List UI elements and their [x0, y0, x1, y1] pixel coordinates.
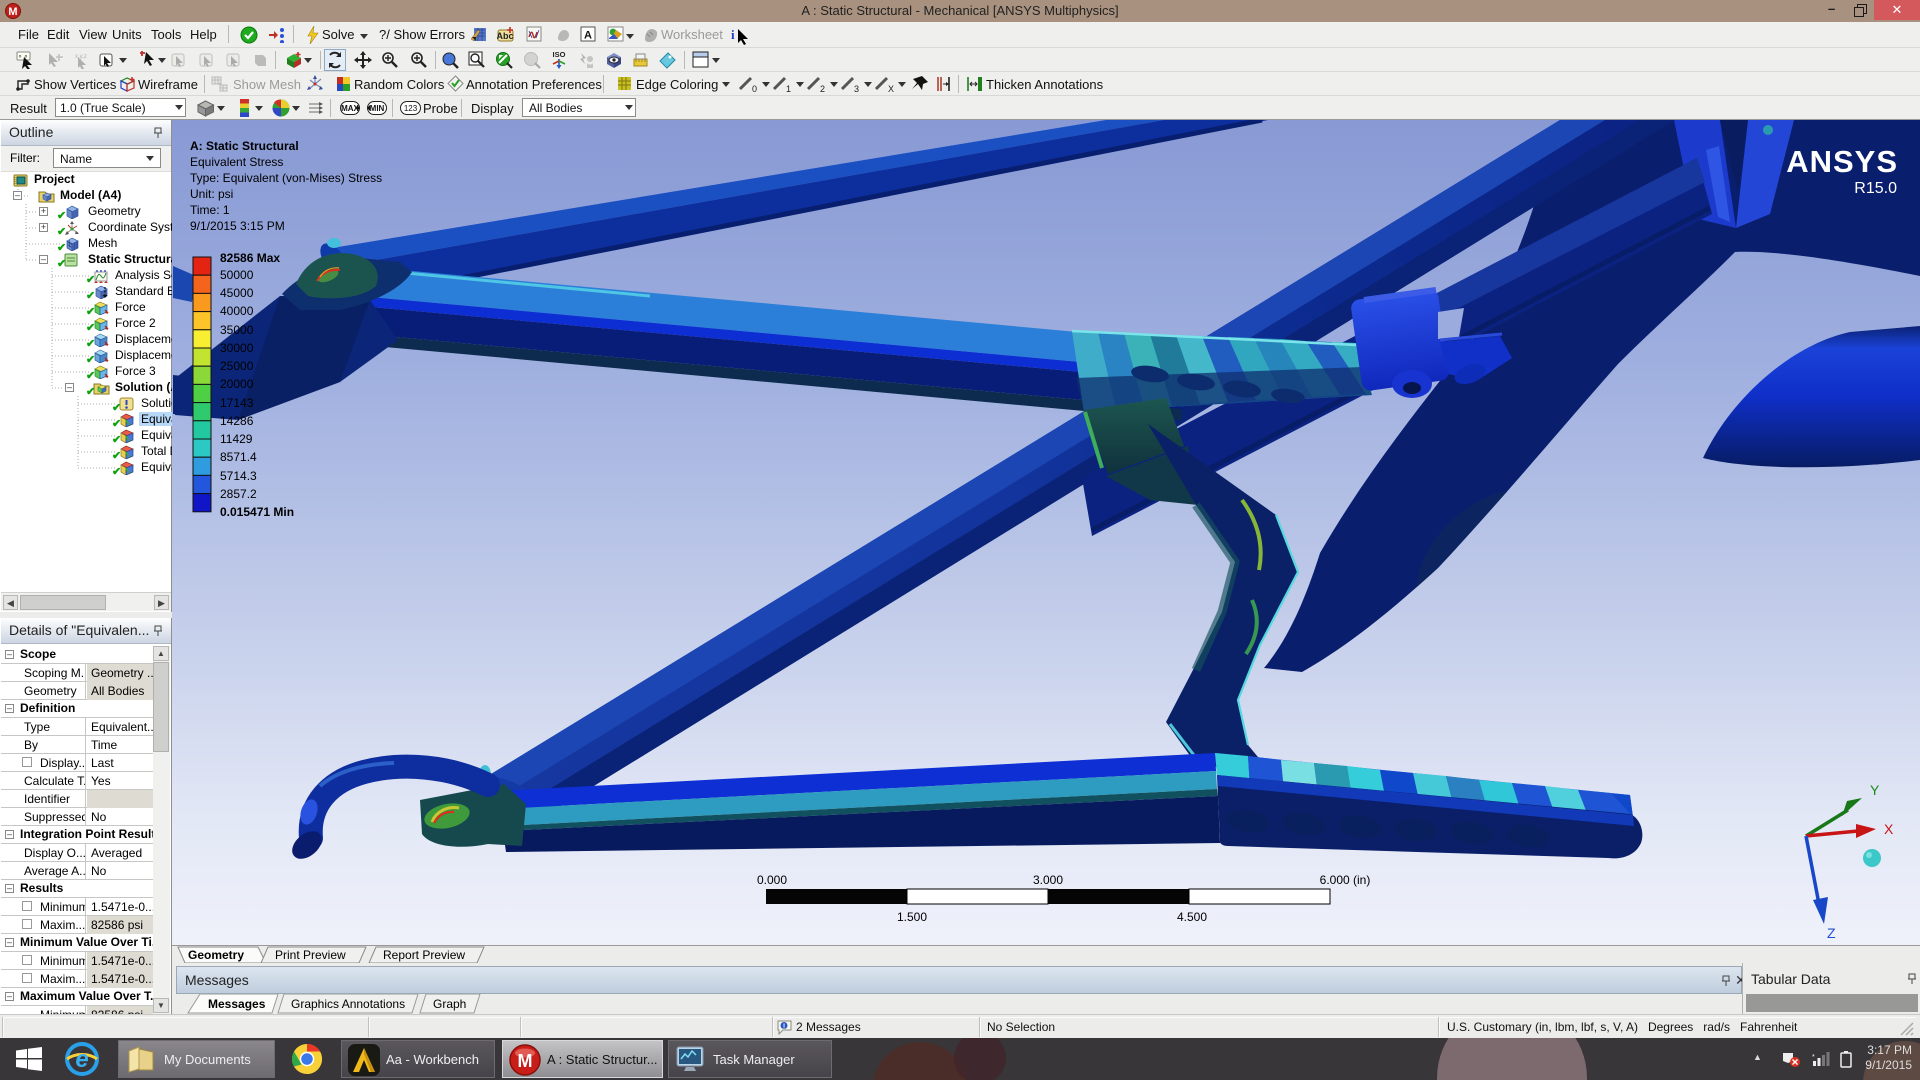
svg-text:40000: 40000: [220, 304, 254, 318]
svg-text:*: *: [1812, 1054, 1815, 1061]
svg-text:6.000 (in): 6.000 (in): [1320, 873, 1371, 887]
svg-text:A: A: [584, 30, 592, 42]
svg-text:1.500: 1.500: [897, 910, 927, 924]
svg-text:ISO: ISO: [553, 50, 566, 59]
svg-text:e: e: [75, 1046, 88, 1073]
svg-text:Time: 1: Time: 1: [190, 203, 230, 217]
svg-text:30000: 30000: [220, 341, 254, 355]
svg-text:Unit: psi: Unit: psi: [190, 187, 233, 201]
svg-text:0.000: 0.000: [757, 873, 787, 887]
svg-text:Equivalent Stress: Equivalent Stress: [190, 155, 283, 169]
svg-text:45000: 45000: [220, 286, 254, 300]
svg-text:25000: 25000: [220, 359, 254, 373]
svg-text:20000: 20000: [220, 377, 254, 391]
svg-text:0: 0: [752, 84, 757, 93]
svg-text:X: X: [888, 84, 894, 93]
svg-text:4.500: 4.500: [1177, 910, 1207, 924]
svg-text:MIN: MIN: [370, 104, 385, 113]
svg-text:X: X: [1884, 821, 1894, 837]
svg-text:11429: 11429: [220, 432, 253, 446]
svg-text:3.000: 3.000: [1033, 873, 1063, 887]
svg-text:0.015471 Min: 0.015471 Min: [220, 505, 294, 519]
svg-text:x,y,z: x,y,z: [75, 54, 87, 60]
svg-text:M: M: [518, 1051, 533, 1071]
svg-text:3: 3: [854, 84, 859, 93]
svg-text:Y: Y: [1870, 782, 1880, 798]
svg-text:Abc: Abc: [497, 31, 514, 41]
svg-text:8571.4: 8571.4: [220, 450, 257, 464]
svg-text:Z: Z: [1827, 925, 1836, 941]
svg-text:2: 2: [820, 84, 825, 93]
svg-text:50000: 50000: [220, 268, 254, 282]
svg-text:35000: 35000: [220, 323, 254, 337]
svg-text:A: Static Structural: A: Static Structural: [190, 139, 299, 153]
svg-text:R15.0: R15.0: [1854, 180, 1897, 197]
svg-text:17143: 17143: [220, 396, 254, 410]
svg-text:82586 Max: 82586 Max: [220, 251, 280, 265]
svg-text:ANSYS: ANSYS: [1786, 144, 1898, 179]
svg-text:123: 123: [404, 104, 418, 113]
svg-text:14286: 14286: [220, 414, 254, 428]
svg-text:1: 1: [786, 84, 791, 93]
svg-text:!: !: [783, 1024, 785, 1031]
svg-text:2857.2: 2857.2: [220, 487, 257, 501]
svg-text:MAX: MAX: [341, 104, 359, 113]
svg-text:9/1/2015 3:15 PM: 9/1/2015 3:15 PM: [190, 219, 285, 233]
svg-text:Type: Equivalent (von-Mises) S: Type: Equivalent (von-Mises) Stress: [190, 171, 382, 185]
svg-text:⚬⚬: ⚬⚬: [17, 54, 29, 61]
svg-text:5714.3: 5714.3: [220, 469, 257, 483]
